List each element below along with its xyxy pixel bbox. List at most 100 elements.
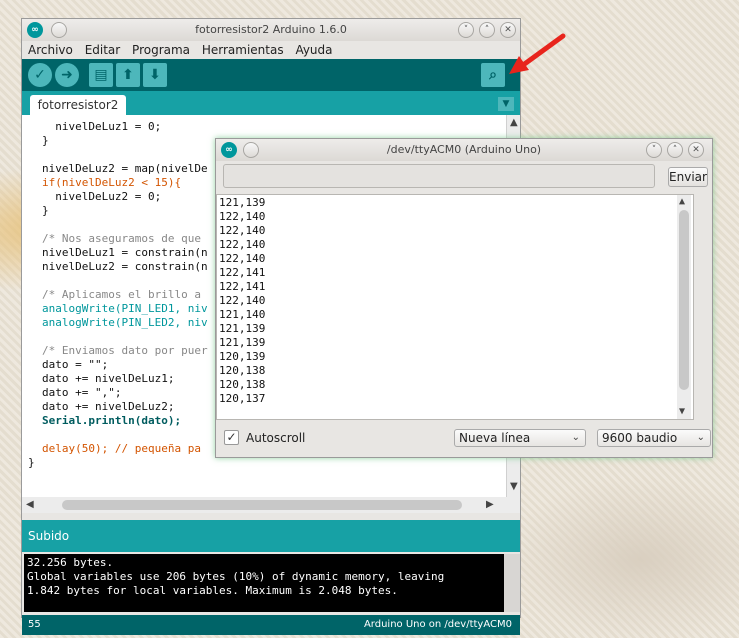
scroll-right-icon[interactable]: ▶ bbox=[486, 499, 494, 510]
upload-button[interactable]: ➜ bbox=[55, 63, 79, 87]
code-line: /* Aplicamos el brillo a bbox=[42, 288, 201, 301]
save-button[interactable]: ⬇ bbox=[143, 63, 167, 87]
arrow-down-icon: ⬇ bbox=[149, 67, 161, 83]
arduino-logo-icon: ∞ bbox=[221, 142, 237, 158]
serial-output-line: 121,140 bbox=[219, 308, 266, 321]
open-button[interactable]: ⬆ bbox=[116, 63, 140, 87]
serial-output-line: 122,140 bbox=[219, 252, 266, 265]
code-line: } bbox=[42, 134, 49, 147]
chevron-down-icon: ⌄ bbox=[571, 432, 580, 443]
maximize-button[interactable]: ˄ bbox=[667, 142, 683, 158]
code-line: Serial.println(dato); bbox=[42, 414, 182, 427]
serial-monitor-window: ∞ /dev/ttyACM0 (Arduino Uno) ˅ ˄ ✕ Envia… bbox=[215, 138, 713, 458]
autoscroll-checkbox[interactable]: ✓ bbox=[224, 430, 239, 445]
code-line: nivelDeLuz2 = constrain(n bbox=[42, 260, 208, 273]
serial-output-lines: 121,139 122,140 122,140 122,140 122,140 122,1… bbox=[217, 195, 693, 406]
serial-output-line: 121,139 bbox=[219, 322, 266, 335]
code-line: nivelDeLuz1 = 0; bbox=[42, 120, 162, 133]
pin-window-button[interactable] bbox=[51, 22, 67, 38]
ide-titlebar[interactable]: ∞ fotorresistor2 Arduino 1.6.0 ˅ ˄ ✕ bbox=[22, 19, 520, 41]
menu-programa[interactable]: Programa bbox=[132, 43, 190, 57]
code-line: nivelDeLuz2 = 0; bbox=[42, 190, 162, 203]
code-line: /* Nos aseguramos de que bbox=[42, 232, 201, 245]
code-line: if(nivelDeLuz2 < 15){ bbox=[42, 176, 182, 189]
magnifier-icon: ⌕ bbox=[489, 67, 497, 83]
tab-menu-button[interactable]: ▼ bbox=[498, 97, 514, 111]
scroll-down-icon[interactable]: ▼ bbox=[510, 481, 518, 492]
code-line: nivelDeLuz1 = constrain(n bbox=[42, 246, 208, 259]
tab-fotorresistor2[interactable]: fotorresistor2 bbox=[30, 95, 126, 115]
bottom-status-bar: 55 Arduino Uno on /dev/ttyACM0 bbox=[22, 615, 520, 635]
ide-window-title: fotorresistor2 Arduino 1.6.0 bbox=[195, 23, 347, 36]
scroll-up-icon[interactable]: ▲ bbox=[679, 195, 685, 209]
serial-monitor-button[interactable]: ⌕ bbox=[481, 63, 505, 87]
menu-bar: Archivo Editar Programa Herramientas Ayu… bbox=[22, 41, 520, 59]
scroll-thumb[interactable] bbox=[62, 500, 462, 510]
minimize-button[interactable]: ˅ bbox=[646, 142, 662, 158]
console-output: 32.256 bytes. Global variables use 206 by… bbox=[24, 554, 520, 612]
code-line: nivelDeLuz2 = map(nivelDe bbox=[42, 162, 208, 175]
annotation-arrow-icon bbox=[509, 33, 566, 74]
verify-button[interactable]: ✓ bbox=[28, 63, 52, 87]
board-port-label: Arduino Uno on /dev/ttyACM0 bbox=[363, 619, 512, 630]
console-line: 1.842 bytes for local variables. Maximum… bbox=[27, 584, 398, 597]
pin-window-button[interactable] bbox=[243, 142, 259, 158]
send-button[interactable]: Enviar bbox=[668, 167, 708, 187]
serial-output: 121,139 122,140 122,140 122,140 122,140 122,1… bbox=[216, 194, 694, 420]
checkmark-icon: ✓ bbox=[226, 430, 237, 444]
code-line: dato += ","; bbox=[42, 386, 122, 399]
arduino-logo-icon: ∞ bbox=[27, 22, 43, 38]
menu-herramientas[interactable]: Herramientas bbox=[202, 43, 284, 57]
minimize-button[interactable]: ˅ bbox=[458, 22, 474, 38]
serial-output-scrollbar[interactable]: ▲ ▼ bbox=[677, 195, 691, 419]
check-icon: ✓ bbox=[34, 67, 46, 83]
menu-editar[interactable]: Editar bbox=[85, 43, 121, 57]
serial-window-title: /dev/ttyACM0 (Arduino Uno) bbox=[386, 143, 542, 156]
arrow-up-icon: ⬆ bbox=[122, 67, 134, 83]
serial-output-line: 120,139 bbox=[219, 350, 266, 363]
serial-output-line: 122,140 bbox=[219, 294, 266, 307]
serial-send-input[interactable] bbox=[223, 164, 655, 188]
close-button[interactable]: ✕ bbox=[688, 142, 704, 158]
serial-output-line: 121,139 bbox=[219, 336, 266, 349]
status-message: Subido bbox=[22, 520, 520, 552]
code-line: /* Enviamos dato por puer bbox=[42, 344, 208, 357]
scroll-left-icon[interactable]: ◀ bbox=[26, 499, 34, 510]
console-scrollbar[interactable] bbox=[504, 554, 520, 612]
serial-output-line: 120,138 bbox=[219, 364, 266, 377]
editor-horizontal-scrollbar[interactable]: ◀ ▶ bbox=[22, 497, 520, 513]
console-line: Global variables use 206 bytes (10%) of … bbox=[27, 570, 445, 583]
code-line: delay(50); // pequeña pa bbox=[42, 442, 201, 455]
baud-rate-value: 9600 baudio bbox=[602, 431, 678, 445]
serial-output-line: 122,141 bbox=[219, 266, 266, 279]
baud-rate-select[interactable]: 9600 baudio ⌄ bbox=[597, 429, 711, 447]
maximize-button[interactable]: ˄ bbox=[479, 22, 495, 38]
serial-output-line: 122,141 bbox=[219, 280, 266, 293]
code-line: } bbox=[28, 456, 35, 469]
line-ending-select[interactable]: Nueva línea ⌄ bbox=[454, 429, 586, 447]
new-button[interactable]: ▤ bbox=[89, 63, 113, 87]
serial-output-line: 122,140 bbox=[219, 238, 266, 251]
serial-output-line: 122,140 bbox=[219, 224, 266, 237]
arrow-right-icon: ➜ bbox=[61, 67, 73, 83]
code-line: dato = ""; bbox=[42, 358, 109, 371]
menu-ayuda[interactable]: Ayuda bbox=[295, 43, 332, 57]
console-line: 32.256 bytes. bbox=[27, 556, 114, 569]
code-line: } bbox=[42, 204, 49, 217]
chevron-down-icon: ⌄ bbox=[696, 432, 705, 443]
serial-output-line: 120,138 bbox=[219, 378, 266, 391]
chevron-down-icon: ▼ bbox=[502, 99, 510, 109]
scroll-down-icon[interactable]: ▼ bbox=[679, 405, 685, 419]
scroll-thumb[interactable] bbox=[679, 210, 689, 390]
line-ending-value: Nueva línea bbox=[459, 431, 531, 445]
scroll-up-icon[interactable]: ▲ bbox=[510, 117, 518, 128]
code-line: analogWrite(PIN_LED1, niv bbox=[42, 302, 208, 315]
menu-archivo[interactable]: Archivo bbox=[28, 43, 73, 57]
tab-bar: fotorresistor2 ▼ bbox=[22, 91, 520, 115]
code-line: analogWrite(PIN_LED2, niv bbox=[42, 316, 208, 329]
new-file-icon: ▤ bbox=[94, 67, 108, 83]
autoscroll-label: Autoscroll bbox=[246, 431, 306, 445]
code-line: dato += nivelDeLuz2; bbox=[42, 400, 175, 413]
toolbar: ✓ ➜ ▤ ⬆ ⬇ ⌕ bbox=[22, 59, 520, 91]
serial-titlebar[interactable]: ∞ /dev/ttyACM0 (Arduino Uno) ˅ ˄ ✕ bbox=[216, 139, 712, 161]
